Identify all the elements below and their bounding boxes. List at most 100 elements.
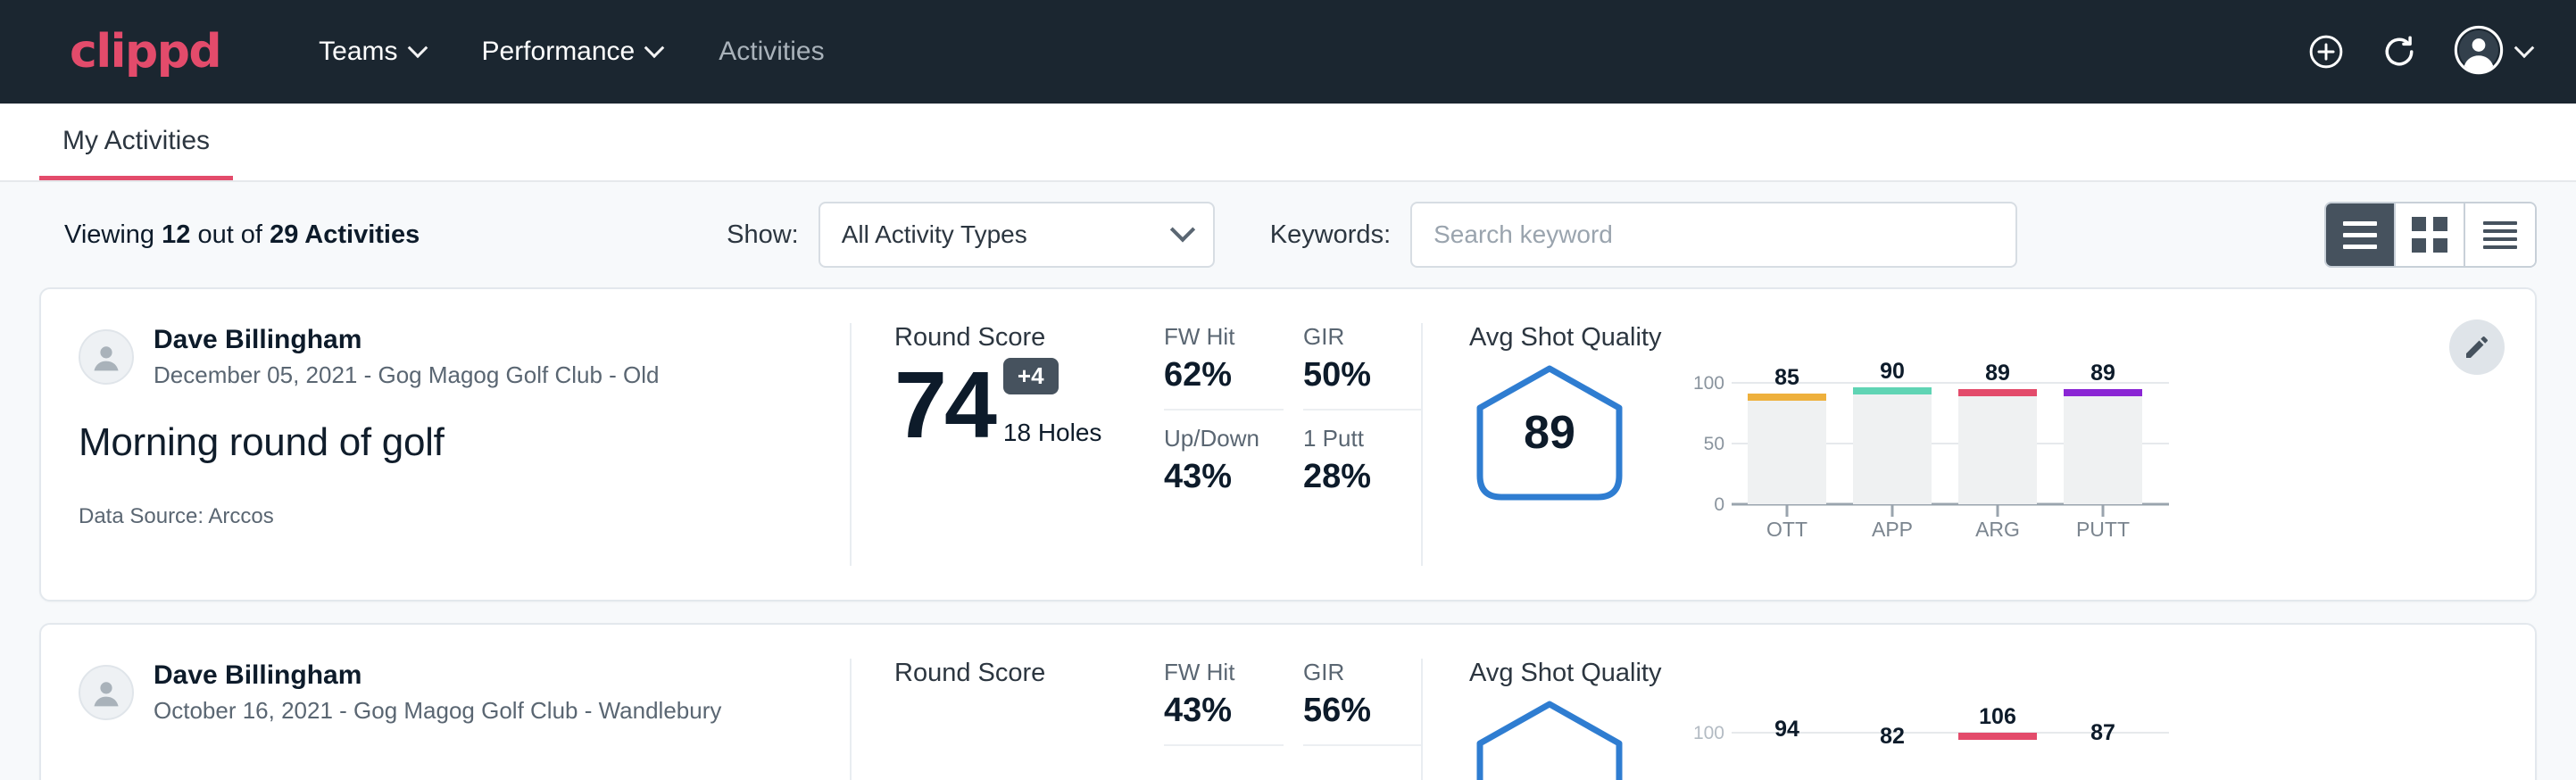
shot-quality-bar-chart: 100 50 0 — [1676, 361, 2176, 540]
avatar — [79, 329, 134, 385]
view-mode-list-button[interactable] — [2326, 203, 2396, 266]
round-score-column: Round Score — [852, 625, 1164, 780]
stat-value: 43% — [1164, 692, 1284, 730]
activity-type-value: All Activity Types — [842, 220, 1174, 249]
stat-one-putt: 1 Putt 28% — [1303, 425, 1423, 496]
svg-text:50: 50 — [1704, 434, 1724, 454]
account-menu[interactable] — [2453, 24, 2531, 80]
keywords-label: Keywords: — [1270, 220, 1391, 250]
show-label: Show: — [727, 220, 799, 250]
filter-toolbar: Viewing 12 out of 29 Activities Show: Al… — [39, 182, 2537, 287]
stat-fw-hit: FW Hit 62% — [1164, 323, 1284, 411]
nav-item-performance[interactable]: Performance — [453, 37, 691, 67]
owner-name: Dave Billingham — [154, 323, 660, 357]
activity-type-select[interactable]: All Activity Types — [819, 202, 1215, 268]
svg-text:89: 89 — [1985, 361, 2010, 386]
avg-shot-quality-label: Avg Shot Quality — [1469, 323, 2535, 353]
activity-summary-column: Dave Billingham October 16, 2021 - Gog M… — [41, 625, 852, 780]
round-stats-grid: FW Hit 62% GIR 50% Up/Down 43% 1 Putt 28… — [1164, 323, 1423, 496]
chart-y-ticklabels: 100 — [1693, 723, 1724, 743]
quality-score-value: 89 — [1469, 361, 1630, 504]
svg-text:0: 0 — [1714, 494, 1724, 515]
tab-my-activities[interactable]: My Activities — [39, 126, 233, 180]
viewing-count-text: Viewing 12 out of 29 Activities — [64, 220, 420, 250]
stat-label: FW Hit — [1164, 323, 1284, 351]
viewing-prefix: Viewing — [64, 220, 154, 249]
round-stats-column: FW Hit 62% GIR 50% Up/Down 43% 1 Putt 28… — [1164, 289, 1423, 600]
round-score-column: Round Score 74 +4 18 Holes — [852, 289, 1164, 600]
quality-hexagon — [1469, 697, 1630, 780]
activity-card[interactable]: Dave Billingham December 05, 2021 - Gog … — [39, 287, 2537, 602]
svg-text:90: 90 — [1880, 361, 1905, 384]
stat-value: 28% — [1303, 458, 1423, 496]
activity-card[interactable]: Dave Billingham October 16, 2021 - Gog M… — [39, 623, 2537, 780]
activity-summary-column: Dave Billingham December 05, 2021 - Gog … — [41, 289, 852, 600]
stat-value: 62% — [1164, 356, 1284, 394]
edit-activity-button[interactable] — [2449, 319, 2505, 375]
chevron-down-icon — [407, 37, 428, 58]
stat-label: 1 Putt — [1303, 425, 1423, 452]
chevron-down-icon — [2514, 37, 2535, 58]
stat-label: GIR — [1303, 659, 1423, 686]
top-navigation-bar: clippd Teams Performance Activities — [0, 0, 2576, 104]
svg-text:85: 85 — [1774, 365, 1799, 390]
viewing-total: 29 Activities — [270, 220, 420, 249]
stat-label: GIR — [1303, 323, 1423, 351]
search-input[interactable] — [1410, 202, 2017, 268]
nav-right-actions — [2306, 24, 2531, 80]
svg-text:OTT: OTT — [1766, 518, 1807, 540]
activity-owner-info: Dave Billingham December 05, 2021 - Gog … — [154, 323, 660, 390]
round-score-label: Round Score — [894, 659, 1164, 688]
avg-shot-quality-label: Avg Shot Quality — [1469, 659, 2535, 688]
activity-data-source: Data Source: Arccos — [79, 504, 814, 529]
app-logo[interactable]: clippd — [70, 29, 220, 75]
svg-text:87: 87 — [2090, 720, 2115, 745]
svg-text:PUTT: PUTT — [2076, 518, 2130, 540]
page-content: Viewing 12 out of 29 Activities Show: Al… — [0, 182, 2576, 780]
refresh-icon[interactable] — [2380, 32, 2419, 71]
activity-owner-row: Dave Billingham December 05, 2021 - Gog … — [79, 323, 814, 390]
round-score-side: +4 18 Holes — [994, 358, 1102, 451]
chevron-down-icon — [644, 37, 665, 58]
svg-text:100: 100 — [1693, 373, 1724, 394]
svg-text:94: 94 — [1774, 717, 1799, 742]
chart-x-ticklabels: OTT APP ARG PUTT — [1766, 518, 2130, 540]
round-stats-grid: FW Hit 43% GIR 56% — [1164, 659, 1423, 760]
grid-view-icon — [2412, 217, 2447, 253]
avg-shot-quality-body: 89 100 50 0 — [1469, 361, 2535, 540]
svg-text:100: 100 — [1693, 723, 1724, 743]
chart-value-labels: 94 82 106 87 — [1774, 704, 2115, 749]
list-view-icon — [2343, 221, 2377, 249]
round-stats-column: FW Hit 43% GIR 56% — [1164, 625, 1423, 780]
chart-y-ticklabels: 100 50 0 — [1693, 373, 1724, 515]
stat-gir: GIR 50% — [1303, 323, 1423, 411]
viewing-count: 12 — [162, 220, 190, 249]
nav-item-activities[interactable]: Activities — [690, 37, 852, 67]
nav-item-label: Activities — [719, 37, 824, 67]
round-score-row: 74 +4 18 Holes — [894, 358, 1164, 451]
pencil-icon — [2463, 333, 2491, 361]
round-score-label: Round Score — [894, 323, 1164, 353]
tab-label: My Activities — [62, 126, 210, 155]
bar-chart-svg: 100 94 82 106 87 — [1676, 697, 2176, 780]
bar-chart-svg: 100 50 0 — [1676, 361, 2176, 540]
shot-quality-bar-chart: 100 94 82 106 87 — [1676, 697, 2176, 780]
account-circle-icon — [2453, 24, 2505, 80]
svg-text:ARG: ARG — [1975, 518, 2020, 540]
avatar — [79, 665, 134, 720]
chart-bars — [1748, 387, 2142, 504]
stat-up-down: Up/Down 43% — [1164, 425, 1284, 496]
nav-item-label: Teams — [319, 37, 397, 67]
holes-played: 18 Holes — [1003, 419, 1102, 451]
view-mode-grid-button[interactable] — [2396, 203, 2465, 266]
nav-item-label: Performance — [482, 37, 636, 67]
plus-circle-icon[interactable] — [2306, 32, 2346, 71]
svg-text:82: 82 — [1880, 724, 1905, 749]
main-nav-items: Teams Performance Activities — [290, 37, 852, 67]
activity-owner-info: Dave Billingham October 16, 2021 - Gog M… — [154, 659, 721, 726]
status-badge: +4 — [1003, 358, 1059, 394]
view-mode-toggle-group — [2324, 202, 2537, 268]
chart-bars — [1958, 733, 2037, 740]
view-mode-compact-button[interactable] — [2465, 203, 2535, 266]
nav-item-teams[interactable]: Teams — [290, 37, 453, 67]
